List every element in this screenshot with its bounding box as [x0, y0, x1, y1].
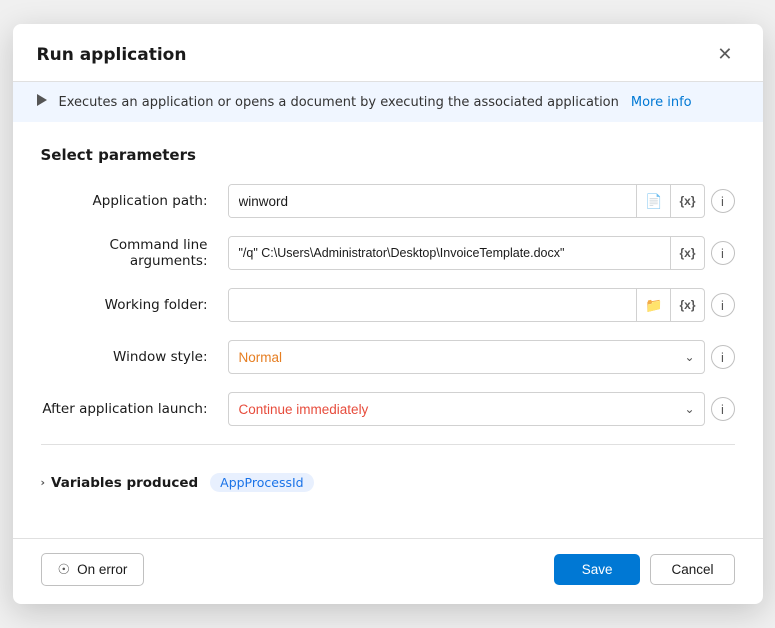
dialog-body: Select parameters Application path: 📄 {x… [13, 122, 763, 538]
working-folder-input[interactable] [229, 289, 637, 321]
app-process-id-badge: AppProcessId [210, 473, 313, 492]
folder-icon: 📁 [645, 297, 662, 314]
file-icon: 📄 [645, 193, 662, 210]
variables-divider [41, 444, 735, 445]
footer-right-buttons: Save Cancel [554, 554, 735, 585]
cmd-args-info-button[interactable]: i [711, 241, 735, 265]
window-style-label: Window style: [41, 349, 216, 365]
section-title: Select parameters [41, 146, 735, 164]
cmd-variable-icon: {x} [679, 246, 695, 260]
cmd-args-input[interactable] [229, 237, 671, 269]
info-icon-window: i [721, 350, 724, 365]
cmd-variable-insert-button[interactable]: {x} [670, 237, 703, 269]
folder-variable-insert-button[interactable]: {x} [670, 289, 703, 321]
variables-row: › Variables produced AppProcessId [41, 463, 735, 502]
variable-insert-button[interactable]: {x} [670, 185, 703, 217]
cmd-args-input-wrapper: {x} [228, 236, 705, 270]
info-icon-cmd: i [721, 246, 724, 261]
after-launch-info-button[interactable]: i [711, 397, 735, 421]
working-folder-input-group: 📁 {x} i [228, 288, 735, 322]
folder-picker-button[interactable]: 📁 [636, 289, 670, 321]
app-path-input[interactable] [229, 185, 637, 217]
variable-icon: {x} [679, 194, 695, 208]
variables-label-group[interactable]: › Variables produced [41, 475, 199, 491]
run-application-dialog: Run application ✕ Executes an applicatio… [13, 24, 763, 604]
variables-label-text: Variables produced [51, 475, 198, 491]
on-error-button[interactable]: ☉ On error [41, 553, 145, 586]
after-launch-row: After application launch: Continue immed… [41, 392, 735, 426]
cmd-args-label: Command line arguments: [41, 237, 216, 269]
save-button[interactable]: Save [554, 554, 641, 585]
cancel-button[interactable]: Cancel [650, 554, 734, 585]
variables-chevron-icon: › [41, 476, 46, 489]
app-path-input-wrapper: 📄 {x} [228, 184, 705, 218]
working-folder-input-wrapper: 📁 {x} [228, 288, 705, 322]
more-info-link[interactable]: More info [631, 95, 692, 110]
dialog-title: Run application [37, 45, 187, 65]
info-icon-folder: i [721, 298, 724, 313]
play-icon [37, 94, 47, 110]
dialog-header: Run application ✕ [13, 24, 763, 82]
file-picker-button[interactable]: 📄 [636, 185, 670, 217]
app-path-input-group: 📄 {x} i [228, 184, 735, 218]
working-folder-info-button[interactable]: i [711, 293, 735, 317]
info-icon-launch: i [721, 402, 724, 417]
window-style-select-wrapper: Normal Minimized Maximized Hidden ⌄ [228, 340, 705, 374]
working-folder-row: Working folder: 📁 {x} i [41, 288, 735, 322]
after-launch-select[interactable]: Continue immediately Wait for applicatio… [228, 392, 705, 426]
cmd-args-input-group: {x} i [228, 236, 735, 270]
shield-icon: ☉ [58, 561, 71, 578]
dialog-footer: ☉ On error Save Cancel [13, 538, 763, 604]
banner-text: Executes an application or opens a docum… [59, 95, 619, 110]
app-path-info-button[interactable]: i [711, 189, 735, 213]
working-folder-label: Working folder: [41, 297, 216, 313]
folder-variable-icon: {x} [679, 298, 695, 312]
after-launch-input-group: Continue immediately Wait for applicatio… [228, 392, 735, 426]
info-banner: Executes an application or opens a docum… [13, 82, 763, 122]
window-style-row: Window style: Normal Minimized Maximized… [41, 340, 735, 374]
close-button[interactable]: ✕ [711, 42, 738, 67]
info-icon: i [721, 194, 724, 209]
after-launch-label: After application launch: [41, 401, 216, 417]
app-path-row: Application path: 📄 {x} i [41, 184, 735, 218]
on-error-label: On error [77, 562, 127, 577]
after-launch-select-wrapper: Continue immediately Wait for applicatio… [228, 392, 705, 426]
window-style-info-button[interactable]: i [711, 345, 735, 369]
window-style-select[interactable]: Normal Minimized Maximized Hidden [228, 340, 705, 374]
app-path-label: Application path: [41, 193, 216, 209]
cmd-args-row: Command line arguments: {x} i [41, 236, 735, 270]
window-style-input-group: Normal Minimized Maximized Hidden ⌄ i [228, 340, 735, 374]
